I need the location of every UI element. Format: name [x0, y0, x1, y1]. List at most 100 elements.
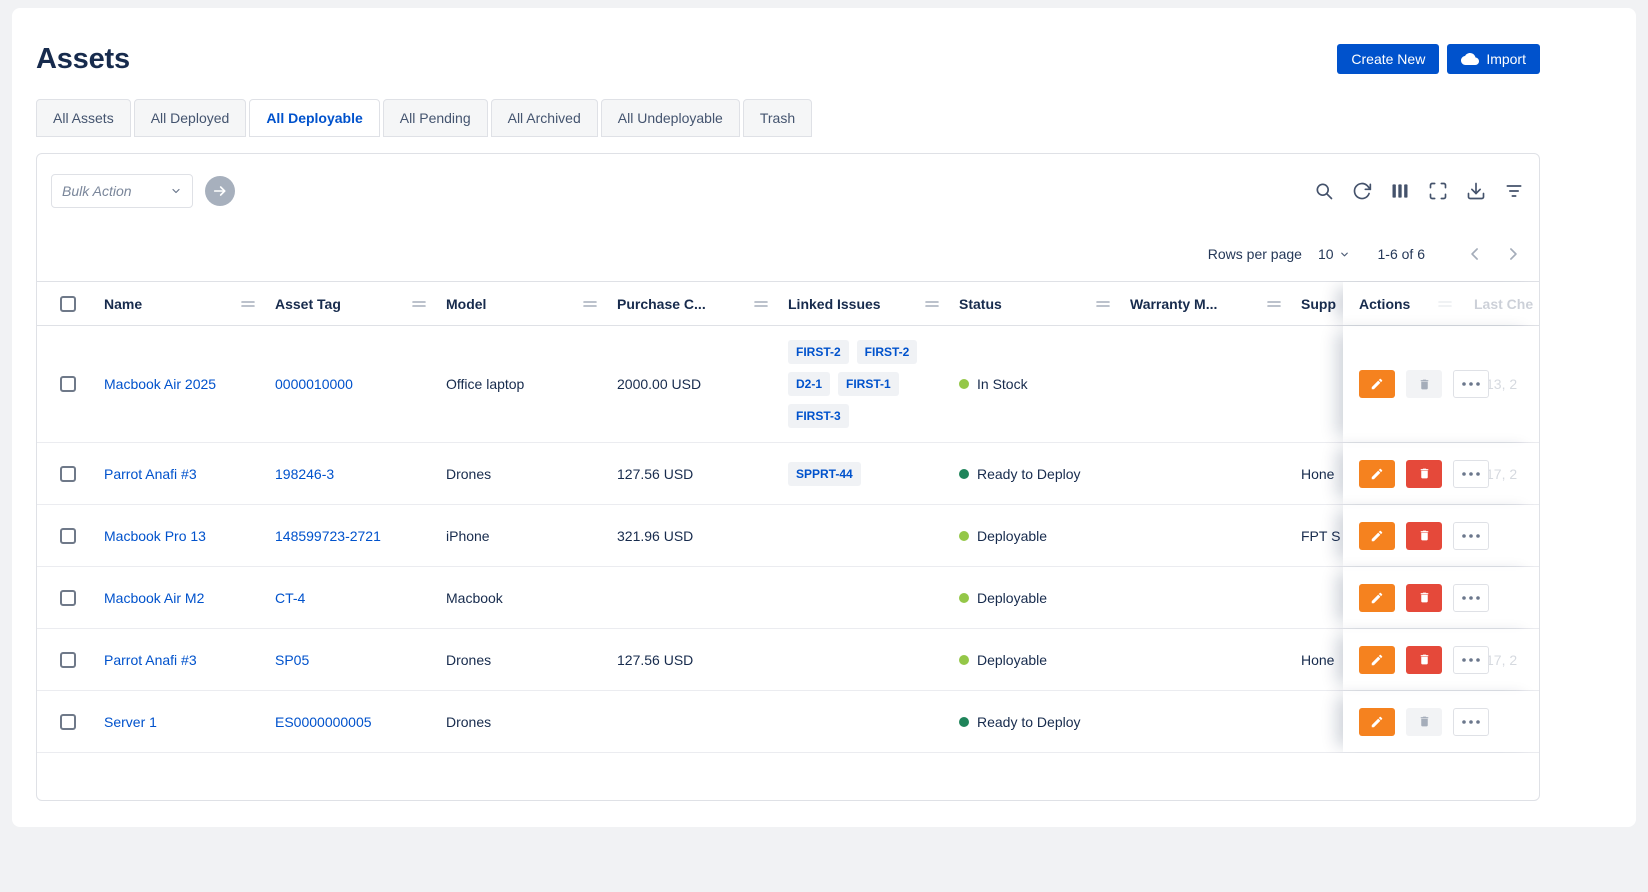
- more-actions-button[interactable]: [1453, 646, 1489, 674]
- row-checkbox[interactable]: [60, 466, 76, 482]
- linked-issue-badge[interactable]: SPPRT-44: [788, 462, 861, 486]
- row-actions-cell: [1343, 326, 1540, 442]
- linked-issue-badge[interactable]: D2-1: [788, 372, 830, 396]
- row-checkbox[interactable]: [60, 652, 76, 668]
- status-dot: [959, 593, 969, 603]
- search-button[interactable]: [1313, 180, 1335, 202]
- more-actions-button[interactable]: [1453, 460, 1489, 488]
- more-actions-button[interactable]: [1453, 370, 1489, 398]
- filter-icon: [1504, 181, 1524, 201]
- page-header: Assets Create New Import: [36, 44, 1540, 74]
- tab-all-deployable[interactable]: All Deployable: [249, 99, 379, 137]
- import-button[interactable]: Import: [1447, 44, 1540, 74]
- asset-tag-link[interactable]: 148599723-2721: [275, 528, 381, 544]
- filter-button[interactable]: [1503, 180, 1525, 202]
- import-button-label: Import: [1486, 51, 1526, 67]
- asset-tag-link[interactable]: CT-4: [275, 590, 305, 606]
- refresh-button[interactable]: [1351, 180, 1373, 202]
- rows-per-page-select[interactable]: 10: [1318, 246, 1350, 262]
- linked-issues-cell: [778, 629, 949, 690]
- bulk-action-select[interactable]: Bulk Action: [51, 174, 193, 208]
- delete-button[interactable]: [1406, 460, 1442, 488]
- linked-issue-badge[interactable]: FIRST-3: [788, 404, 849, 428]
- delete-button: [1406, 708, 1442, 736]
- col-header-name[interactable]: Name: [94, 282, 265, 325]
- asset-name-link[interactable]: Macbook Pro 13: [104, 528, 206, 544]
- linked-issue-badge[interactable]: FIRST-1: [838, 372, 899, 396]
- status-dot: [959, 531, 969, 541]
- tab-all-undeployable[interactable]: All Undeployable: [601, 99, 740, 137]
- column-menu-icon[interactable]: [583, 299, 597, 309]
- next-page-button[interactable]: [1501, 242, 1525, 266]
- more-actions-button[interactable]: [1453, 584, 1489, 612]
- tab-bar: All Assets All Deployed All Deployable A…: [36, 99, 1540, 137]
- col-header-purchase-cost[interactable]: Purchase C...: [607, 282, 778, 325]
- edit-button[interactable]: [1359, 584, 1395, 612]
- asset-name-link[interactable]: Macbook Air 2025: [104, 376, 216, 392]
- tab-all-deployed[interactable]: All Deployed: [134, 99, 247, 137]
- delete-button[interactable]: [1406, 584, 1442, 612]
- model-text: Office laptop: [446, 376, 524, 392]
- purchase-cost-text: 321.96 USD: [617, 528, 693, 544]
- more-actions-button[interactable]: [1453, 522, 1489, 550]
- column-menu-icon[interactable]: [925, 299, 939, 309]
- model-text: iPhone: [446, 528, 490, 544]
- create-new-button[interactable]: Create New: [1337, 44, 1439, 74]
- edit-button[interactable]: [1359, 522, 1395, 550]
- edit-button[interactable]: [1359, 370, 1395, 398]
- edit-button[interactable]: [1359, 460, 1395, 488]
- row-actions-cell: [1343, 629, 1540, 690]
- asset-tag-link[interactable]: 198246-3: [275, 466, 334, 482]
- tab-trash[interactable]: Trash: [743, 99, 812, 137]
- col-header-purchase-cost-label: Purchase C...: [617, 296, 706, 312]
- row-checkbox[interactable]: [60, 376, 76, 392]
- edit-button[interactable]: [1359, 646, 1395, 674]
- purchase-cost-text: 127.56 USD: [617, 652, 693, 668]
- column-menu-icon[interactable]: [754, 299, 768, 309]
- status-dot: [959, 379, 969, 389]
- tab-all-pending[interactable]: All Pending: [383, 99, 488, 137]
- row-checkbox[interactable]: [60, 528, 76, 544]
- more-actions-button[interactable]: [1453, 708, 1489, 736]
- status-text: Deployable: [977, 652, 1047, 668]
- name-cell: Macbook Pro 13: [94, 505, 265, 566]
- asset-name-link[interactable]: Parrot Anafi #3: [104, 466, 197, 482]
- col-header-warranty[interactable]: Warranty M...: [1120, 282, 1291, 325]
- edit-button[interactable]: [1359, 708, 1395, 736]
- col-header-model[interactable]: Model: [436, 282, 607, 325]
- column-menu-icon[interactable]: [1267, 299, 1281, 309]
- asset-name-link[interactable]: Server 1: [104, 714, 157, 730]
- tab-all-assets[interactable]: All Assets: [36, 99, 131, 137]
- column-menu-icon[interactable]: [1096, 299, 1110, 309]
- refresh-icon: [1352, 181, 1372, 201]
- status-dot: [959, 655, 969, 665]
- asset-tag-link[interactable]: ES0000000005: [275, 714, 372, 730]
- delete-button[interactable]: [1406, 646, 1442, 674]
- linked-issue-badge[interactable]: FIRST-2: [788, 340, 849, 364]
- row-checkbox[interactable]: [60, 590, 76, 606]
- col-header-asset-tag[interactable]: Asset Tag: [265, 282, 436, 325]
- linked-issue-badge[interactable]: FIRST-2: [857, 340, 918, 364]
- asset-name-link[interactable]: Parrot Anafi #3: [104, 652, 197, 668]
- asset-tag-link[interactable]: 0000010000: [275, 376, 353, 392]
- col-header-status[interactable]: Status: [949, 282, 1120, 325]
- download-button[interactable]: [1465, 180, 1487, 202]
- columns-button[interactable]: [1389, 180, 1411, 202]
- col-header-linked-issues[interactable]: Linked Issues: [778, 282, 949, 325]
- tab-all-archived[interactable]: All Archived: [491, 99, 598, 137]
- asset-tag-link[interactable]: SP05: [275, 652, 309, 668]
- asset-name-link[interactable]: Macbook Air M2: [104, 590, 204, 606]
- linked-issues-cell: [778, 505, 949, 566]
- delete-button[interactable]: [1406, 522, 1442, 550]
- column-menu-icon[interactable]: [412, 299, 426, 309]
- status-cell: Deployable: [949, 629, 1120, 690]
- select-all-checkbox[interactable]: [60, 296, 76, 312]
- page-title: Assets: [36, 43, 130, 76]
- fullscreen-button[interactable]: [1427, 180, 1449, 202]
- row-checkbox[interactable]: [60, 714, 76, 730]
- bulk-action-apply-button[interactable]: [205, 176, 235, 206]
- column-menu-icon[interactable]: [241, 299, 255, 309]
- warranty-cell: [1120, 443, 1291, 504]
- prev-page-button[interactable]: [1463, 242, 1487, 266]
- header-actions: Create New Import: [1337, 44, 1540, 74]
